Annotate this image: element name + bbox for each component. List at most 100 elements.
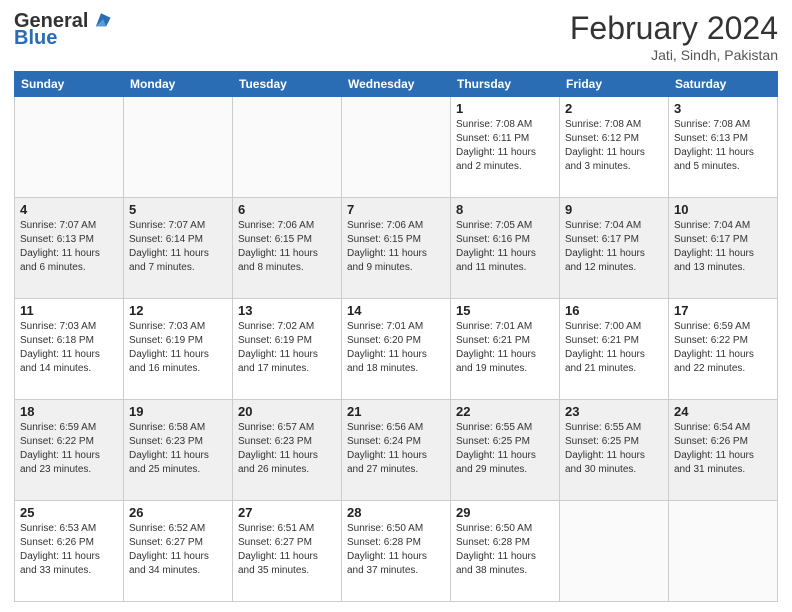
title-block: February 2024 Jati, Sindh, Pakistan [570,10,778,63]
weekday-header-row: SundayMondayTuesdayWednesdayThursdayFrid… [15,72,778,97]
weekday-header-friday: Friday [560,72,669,97]
calendar-cell: 1 Sunrise: 7:08 AMSunset: 6:11 PMDaylight… [451,97,560,198]
week-row-1: 1 Sunrise: 7:08 AMSunset: 6:11 PMDaylight… [15,97,778,198]
calendar-cell [124,97,233,198]
weekday-header-wednesday: Wednesday [342,72,451,97]
day-info: Sunrise: 6:50 AMSunset: 6:28 PMDaylight:… [456,522,554,578]
calendar-table: SundayMondayTuesdayWednesdayThursdayFrid… [14,71,778,602]
day-info: Sunrise: 7:08 AMSunset: 6:11 PMDaylight:… [456,118,554,174]
calendar-cell: 18Sunrise: 6:59 AMSunset: 6:22 PMDayligh… [15,400,124,501]
month-title: February 2024 [570,10,778,47]
logo: General Blue [14,10,112,48]
day-info: Sunrise: 7:04 AMSunset: 6:17 PMDaylight:… [565,219,663,275]
day-info: Sunrise: 6:51 AMSunset: 6:27 PMDaylight:… [238,522,336,578]
calendar-cell: 9 Sunrise: 7:04 AMSunset: 6:17 PMDaylight… [560,198,669,299]
day-number: 24 [674,404,772,419]
day-info: Sunrise: 6:57 AMSunset: 6:23 PMDaylight:… [238,421,336,477]
day-number: 21 [347,404,445,419]
day-info: Sunrise: 6:54 AMSunset: 6:26 PMDaylight:… [674,421,772,477]
day-info: Sunrise: 6:55 AMSunset: 6:25 PMDaylight:… [565,421,663,477]
day-number: 23 [565,404,663,419]
calendar-cell: 3 Sunrise: 7:08 AMSunset: 6:13 PMDaylight… [669,97,778,198]
calendar-cell: 19 Sunrise: 6:58 AMSunset: 6:23 PMDayligh… [124,400,233,501]
calendar-cell [560,501,669,602]
day-info: Sunrise: 6:52 AMSunset: 6:27 PMDaylight:… [129,522,227,578]
calendar-cell [669,501,778,602]
calendar-cell: 4 Sunrise: 7:07 AMSunset: 6:13 PMDaylight… [15,198,124,299]
day-info: Sunrise: 7:08 AMSunset: 6:13 PMDaylight:… [674,118,772,174]
day-number: 12 [129,303,227,318]
day-info: Sunrise: 7:02 AMSunset: 6:19 PMDaylight:… [238,320,336,376]
calendar-cell: 10 Sunrise: 7:04 AMSunset: 6:17 PMDayligh… [669,198,778,299]
day-number: 18 [20,404,118,419]
calendar-cell: 28Sunrise: 6:50 AMSunset: 6:28 PMDayligh… [342,501,451,602]
week-row-3: 11Sunrise: 7:03 AMSunset: 6:18 PMDayligh… [15,299,778,400]
day-number: 6 [238,202,336,217]
calendar-cell: 26Sunrise: 6:52 AMSunset: 6:27 PMDayligh… [124,501,233,602]
calendar-cell [233,97,342,198]
day-number: 16 [565,303,663,318]
calendar-cell: 25 Sunrise: 6:53 AMSunset: 6:26 PMDayligh… [15,501,124,602]
day-number: 19 [129,404,227,419]
day-info: Sunrise: 7:04 AMSunset: 6:17 PMDaylight:… [674,219,772,275]
day-info: Sunrise: 6:59 AMSunset: 6:22 PMDaylight:… [674,320,772,376]
day-number: 14 [347,303,445,318]
weekday-header-tuesday: Tuesday [233,72,342,97]
day-number: 5 [129,202,227,217]
calendar-cell: 22 Sunrise: 6:55 AMSunset: 6:25 PMDayligh… [451,400,560,501]
day-info: Sunrise: 6:58 AMSunset: 6:23 PMDaylight:… [129,421,227,477]
calendar-cell: 20 Sunrise: 6:57 AMSunset: 6:23 PMDayligh… [233,400,342,501]
day-number: 3 [674,101,772,116]
day-number: 25 [20,505,118,520]
day-number: 17 [674,303,772,318]
day-info: Sunrise: 7:07 AMSunset: 6:14 PMDaylight:… [129,219,227,275]
weekday-header-sunday: Sunday [15,72,124,97]
day-number: 13 [238,303,336,318]
logo-blue-text: Blue [14,28,57,48]
weekday-header-saturday: Saturday [669,72,778,97]
day-number: 27 [238,505,336,520]
calendar-cell: 14 Sunrise: 7:01 AMSunset: 6:20 PMDayligh… [342,299,451,400]
day-info: Sunrise: 6:50 AMSunset: 6:28 PMDaylight:… [347,522,445,578]
day-info: Sunrise: 7:06 AMSunset: 6:15 PMDaylight:… [347,219,445,275]
day-info: Sunrise: 7:01 AMSunset: 6:21 PMDaylight:… [456,320,554,376]
day-number: 9 [565,202,663,217]
day-info: Sunrise: 7:05 AMSunset: 6:16 PMDaylight:… [456,219,554,275]
day-info: Sunrise: 7:03 AMSunset: 6:19 PMDaylight:… [129,320,227,376]
day-number: 15 [456,303,554,318]
day-number: 11 [20,303,118,318]
day-number: 22 [456,404,554,419]
calendar-cell: 5 Sunrise: 7:07 AMSunset: 6:14 PMDaylight… [124,198,233,299]
day-info: Sunrise: 6:55 AMSunset: 6:25 PMDaylight:… [456,421,554,477]
calendar-cell: 27 Sunrise: 6:51 AMSunset: 6:27 PMDayligh… [233,501,342,602]
day-info: Sunrise: 6:56 AMSunset: 6:24 PMDaylight:… [347,421,445,477]
calendar-cell: 24 Sunrise: 6:54 AMSunset: 6:26 PMDayligh… [669,400,778,501]
day-info: Sunrise: 7:01 AMSunset: 6:20 PMDaylight:… [347,320,445,376]
day-number: 20 [238,404,336,419]
day-info: Sunrise: 7:07 AMSunset: 6:13 PMDaylight:… [20,219,118,275]
calendar-cell: 2Sunrise: 7:08 AMSunset: 6:12 PMDaylight… [560,97,669,198]
day-number: 10 [674,202,772,217]
calendar-cell: 23 Sunrise: 6:55 AMSunset: 6:25 PMDayligh… [560,400,669,501]
header: General Blue February 2024 Jati, Sindh, … [14,10,778,63]
day-number: 29 [456,505,554,520]
day-info: Sunrise: 7:08 AMSunset: 6:12 PMDaylight:… [565,118,663,174]
week-row-5: 25 Sunrise: 6:53 AMSunset: 6:26 PMDayligh… [15,501,778,602]
day-info: Sunrise: 7:06 AMSunset: 6:15 PMDaylight:… [238,219,336,275]
logo-icon [90,10,112,32]
day-number: 1 [456,101,554,116]
location: Jati, Sindh, Pakistan [570,47,778,63]
calendar-cell [15,97,124,198]
calendar-cell: 8 Sunrise: 7:05 AMSunset: 6:16 PMDaylight… [451,198,560,299]
day-number: 4 [20,202,118,217]
calendar-cell: 13 Sunrise: 7:02 AMSunset: 6:19 PMDayligh… [233,299,342,400]
calendar-cell: 12 Sunrise: 7:03 AMSunset: 6:19 PMDayligh… [124,299,233,400]
calendar-cell: 16Sunrise: 7:00 AMSunset: 6:21 PMDayligh… [560,299,669,400]
weekday-header-thursday: Thursday [451,72,560,97]
day-number: 8 [456,202,554,217]
day-info: Sunrise: 6:53 AMSunset: 6:26 PMDaylight:… [20,522,118,578]
week-row-2: 4 Sunrise: 7:07 AMSunset: 6:13 PMDaylight… [15,198,778,299]
weekday-header-monday: Monday [124,72,233,97]
calendar-cell: 6 Sunrise: 7:06 AMSunset: 6:15 PMDaylight… [233,198,342,299]
day-number: 7 [347,202,445,217]
